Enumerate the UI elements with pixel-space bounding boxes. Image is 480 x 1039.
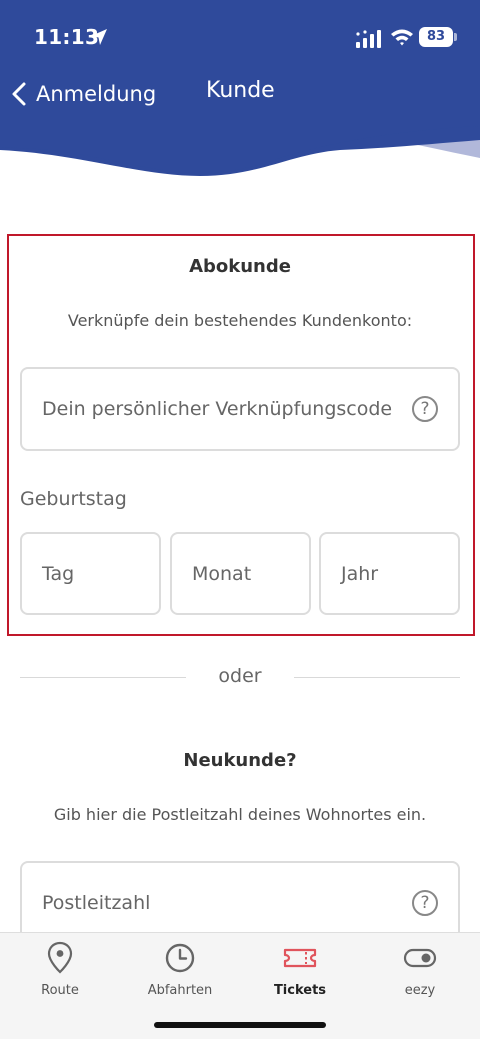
- clock-icon: [165, 943, 195, 973]
- page-title: Kunde: [206, 78, 275, 103]
- chevron-left-icon: [12, 82, 26, 106]
- tab-departures-label: Abfahrten: [147, 983, 213, 998]
- year-placeholder: Jahr: [341, 562, 379, 585]
- year-input[interactable]: Jahr: [319, 532, 460, 615]
- birthday-label: Geburtstag: [20, 488, 127, 510]
- month-input[interactable]: Monat: [170, 532, 311, 615]
- battery-level: 83: [419, 27, 453, 47]
- wifi-icon: [391, 29, 413, 46]
- back-button[interactable]: Anmeldung: [8, 74, 156, 114]
- link-code-input[interactable]: Dein persönlicher Verknüpfungscode ?: [20, 367, 460, 451]
- new-customer-subtitle: Gib hier die Postleitzahl deines Wohnort…: [53, 805, 427, 824]
- link-code-placeholder: Dein persönlicher Verknüpfungscode: [42, 398, 393, 420]
- divider-line-right: [294, 677, 460, 678]
- tab-tickets-label: Tickets: [273, 983, 327, 998]
- month-placeholder: Monat: [192, 562, 252, 585]
- subscriber-title: Abokunde: [189, 256, 291, 277]
- tab-eezy[interactable]: eezy: [360, 941, 480, 998]
- day-input[interactable]: Tag: [20, 532, 161, 615]
- day-placeholder: Tag: [42, 562, 75, 585]
- header: 11:13 83 Anmeldung Kunde: [0, 0, 480, 200]
- location-arrow-icon: [91, 29, 107, 45]
- status-bar: 11:13 83: [0, 0, 480, 70]
- help-icon[interactable]: ?: [412, 890, 438, 916]
- tab-tickets[interactable]: Tickets: [240, 941, 360, 998]
- tab-departures[interactable]: Abfahrten: [120, 941, 240, 998]
- signal-icon: [356, 30, 381, 48]
- tab-eezy-label: eezy: [404, 983, 436, 998]
- subscriber-subtitle: Verknüpfe dein bestehendes Kundenkonto:: [67, 311, 413, 330]
- new-customer-title: Neukunde?: [183, 750, 297, 771]
- divider-text: oder: [218, 665, 262, 687]
- tab-route[interactable]: Route: [0, 941, 120, 998]
- back-button-label: Anmeldung: [36, 82, 157, 106]
- tab-route-label: Route: [41, 983, 79, 998]
- help-icon[interactable]: ?: [412, 396, 438, 422]
- map-pin-icon: [47, 941, 73, 974]
- ticket-icon: [283, 948, 317, 968]
- battery-tip: [454, 33, 457, 41]
- battery-icon: 83: [419, 27, 457, 47]
- zip-code-placeholder: Postleitzahl: [42, 892, 151, 914]
- home-indicator: [154, 1022, 326, 1028]
- toggle-icon: [403, 948, 437, 968]
